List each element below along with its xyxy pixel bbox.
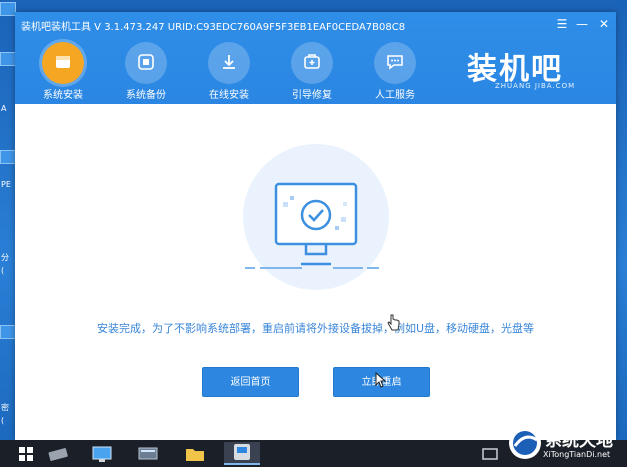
- desktop-icon-label: PE: [1, 180, 11, 189]
- brand-logo: 装机吧 ZHUANG JIBA.COM: [467, 44, 607, 94]
- desktop-icon[interactable]: [0, 2, 16, 16]
- system-install-icon: [56, 56, 70, 68]
- nav-online-install[interactable]: 在线安装: [189, 40, 269, 101]
- windows-start-icon[interactable]: [14, 444, 38, 464]
- watermark-text: 系统天地: [545, 431, 613, 451]
- pointer-cursor-icon: [375, 372, 387, 388]
- install-complete-message: 安装完成，为了不影响系统部署，重启前请将外接设备拔掉，例如U盘，移动硬盘，光盘等: [96, 322, 535, 335]
- return-home-button[interactable]: 返回首页: [202, 367, 299, 397]
- nav-label: 系统安装: [43, 90, 83, 101]
- network-status-icon[interactable]: [478, 444, 502, 464]
- drive-tool-icon[interactable]: [46, 444, 70, 464]
- desktop-icon-label: 密: [1, 403, 9, 412]
- nav-label: 系统备份: [126, 90, 166, 101]
- hand-cursor-icon: [387, 314, 400, 331]
- nav-circle: [125, 42, 167, 84]
- desktop-icon[interactable]: [0, 52, 16, 66]
- manual-service-icon: [387, 55, 403, 70]
- computer-icon[interactable]: [90, 444, 114, 464]
- system-backup-icon: [138, 54, 154, 70]
- nav-boot-repair[interactable]: 引导修复: [272, 40, 352, 101]
- nav-system-install[interactable]: 系统安装: [23, 40, 103, 101]
- minimize-button[interactable]: —: [573, 16, 591, 32]
- nav-label: 引导修复: [292, 90, 332, 101]
- hero-underline: [333, 267, 363, 269]
- desktop-icon-label: A: [1, 104, 7, 113]
- online-install-icon: [223, 55, 235, 69]
- desktop-icon[interactable]: [0, 150, 16, 164]
- close-button[interactable]: ✕: [595, 16, 613, 32]
- nav-circle: [42, 42, 84, 84]
- nav-circle: [291, 42, 333, 84]
- installer-window: 装机吧装机工具 V 3.1.473.247 URID:C93EDC760A9F5…: [15, 12, 616, 440]
- hero-underline: [245, 267, 255, 269]
- desktop-icon-label: 分: [1, 253, 9, 262]
- logo-subtext: ZHUANG JIBA.COM: [495, 82, 576, 90]
- nav-label: 人工服务: [375, 90, 415, 101]
- hero-underline: [260, 267, 302, 269]
- hero-underline: [367, 267, 379, 269]
- folder-icon[interactable]: [183, 444, 207, 464]
- boot-repair-icon: [304, 54, 320, 69]
- nav-circle: [208, 42, 250, 84]
- site-logo-icon: [509, 427, 541, 459]
- desktop-icon[interactable]: [0, 325, 16, 339]
- nav-circle: [374, 42, 416, 84]
- window-title: 装机吧装机工具 V 3.1.473.247 URID:C93EDC760A9F5…: [21, 22, 406, 33]
- desktop-icon-label: (: [1, 266, 5, 275]
- title-bar: 装机吧装机工具 V 3.1.473.247 URID:C93EDC760A9F5…: [15, 12, 616, 104]
- nav-label: 在线安装: [209, 90, 249, 101]
- desktop-icon-label: (: [1, 416, 5, 425]
- taskbar-installer-app[interactable]: [224, 442, 260, 465]
- site-watermark: 系统天地 XiTongTianDi.net: [505, 420, 627, 467]
- installer-app-icon: [234, 444, 250, 460]
- nav-manual-service[interactable]: 人工服务: [355, 40, 435, 101]
- nav-system-backup[interactable]: 系统备份: [106, 40, 186, 101]
- watermark-subtext: XiTongTianDi.net: [543, 450, 611, 459]
- menu-button[interactable]: ☰: [553, 16, 571, 32]
- network-drive-icon[interactable]: [136, 444, 160, 464]
